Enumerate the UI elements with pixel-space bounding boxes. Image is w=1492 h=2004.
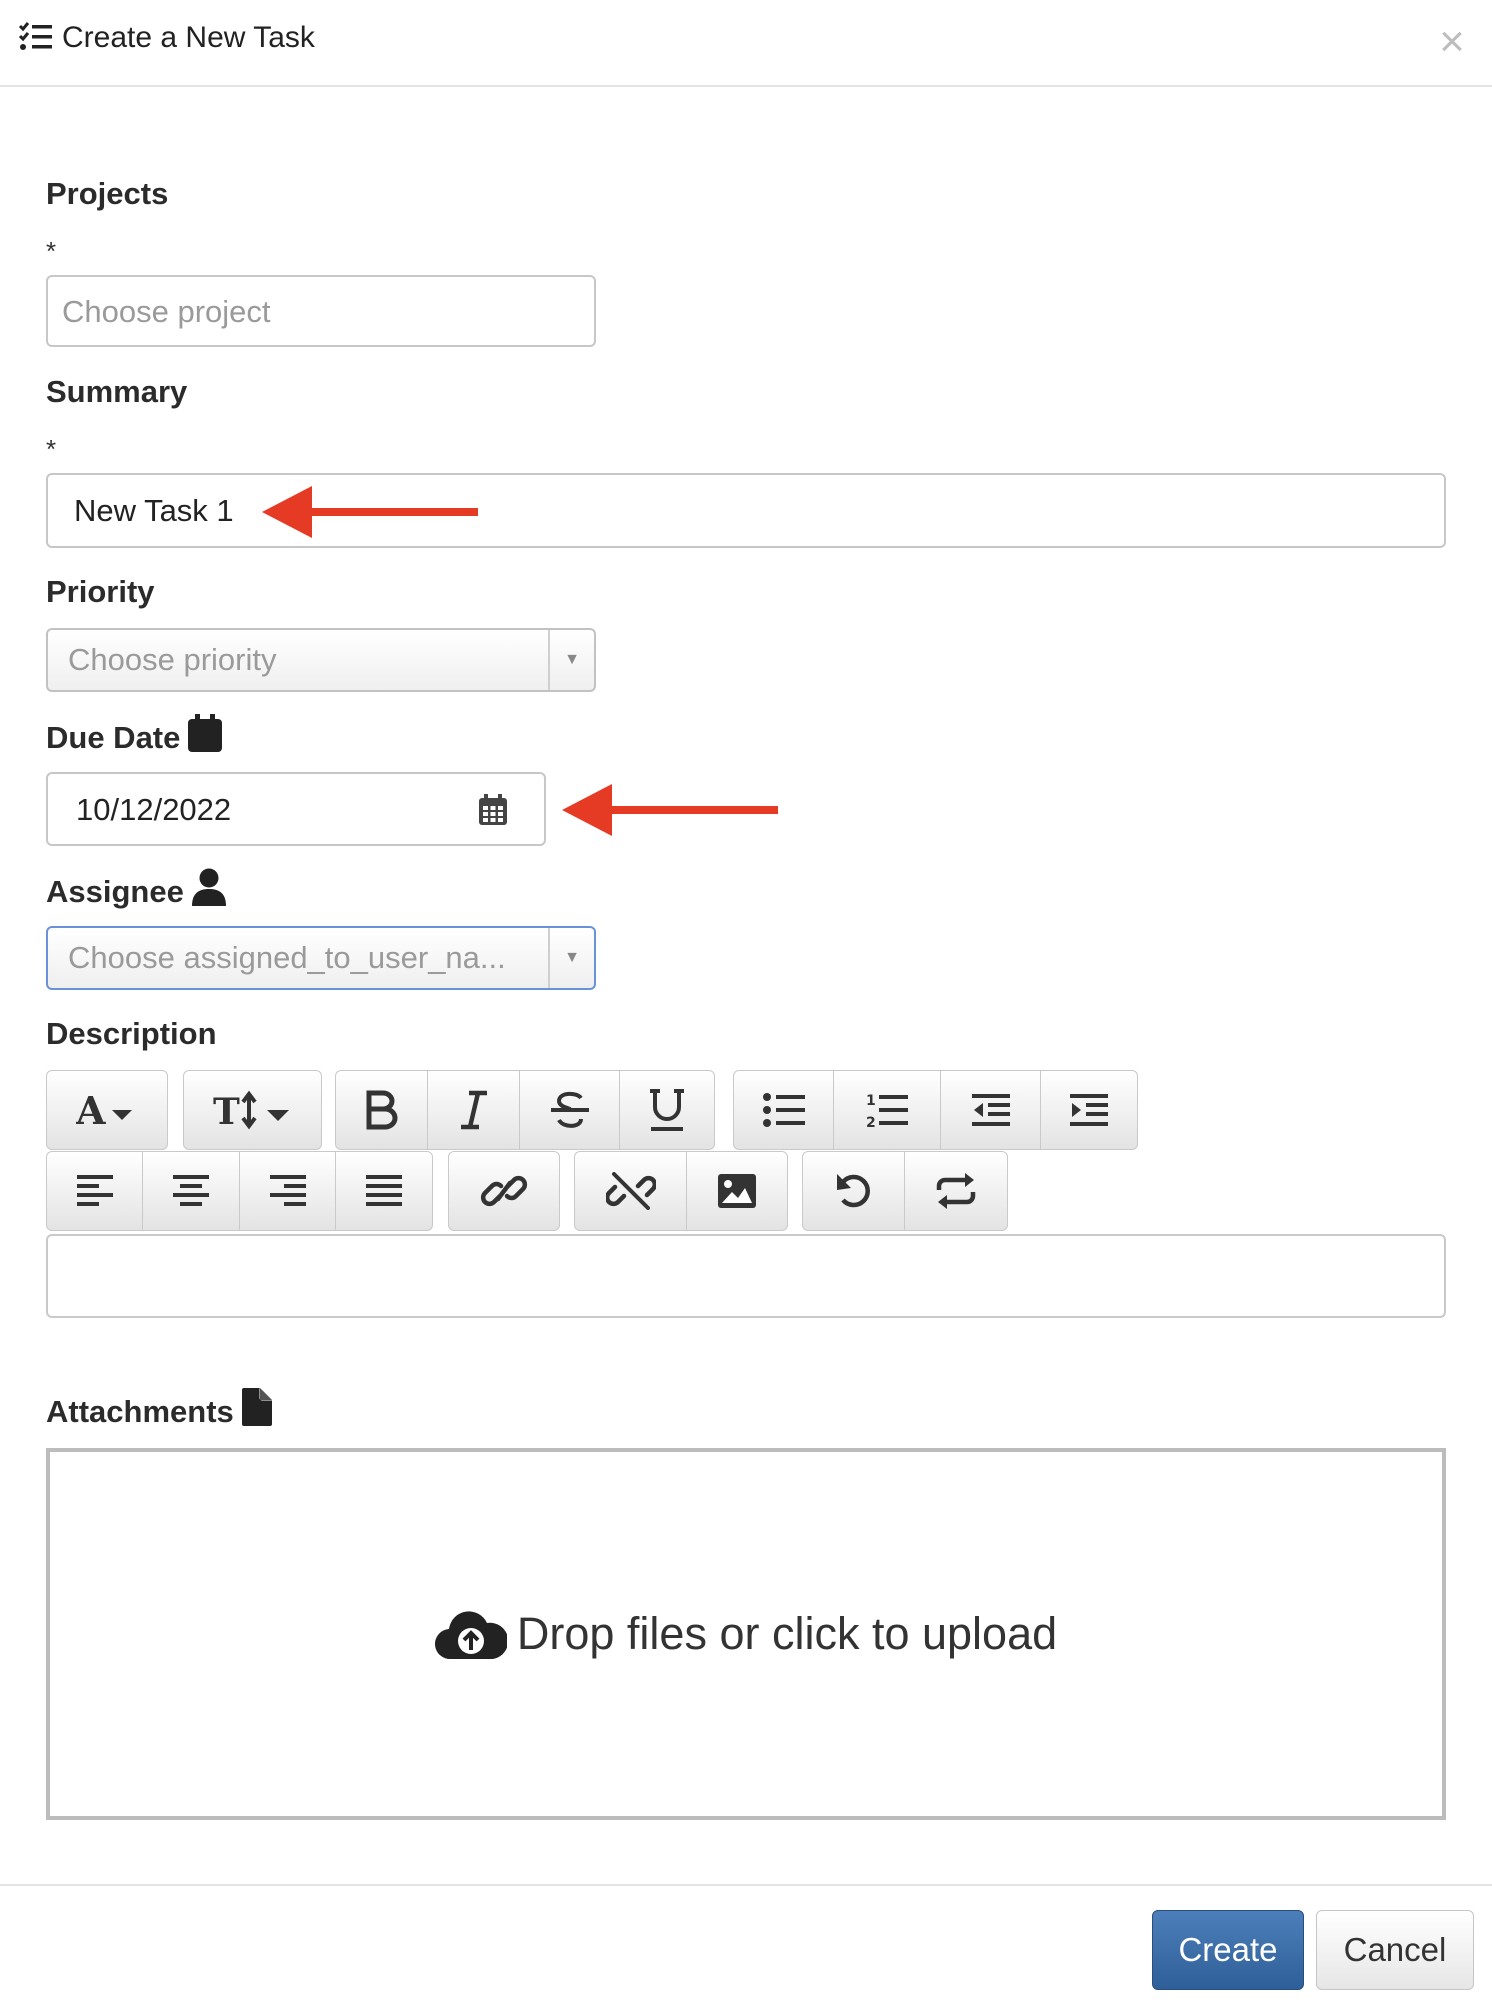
due-date-label-text: Due Date bbox=[46, 720, 181, 755]
due-date-value: 10/12/2022 bbox=[76, 791, 232, 827]
image-icon[interactable] bbox=[686, 1151, 788, 1231]
summary-input[interactable]: New Task 1 bbox=[46, 473, 1446, 548]
align-center-icon[interactable] bbox=[142, 1151, 239, 1231]
indent-icon[interactable] bbox=[1040, 1070, 1138, 1150]
create-button[interactable]: Create bbox=[1152, 1910, 1304, 1990]
undo-icon[interactable] bbox=[802, 1151, 904, 1231]
cloud-upload-icon bbox=[434, 1611, 507, 1660]
annotation-arrow-due-date bbox=[562, 784, 778, 836]
link-icon[interactable] bbox=[448, 1151, 560, 1231]
italic-icon[interactable] bbox=[427, 1070, 519, 1150]
assignee-label-text: Assignee bbox=[46, 874, 184, 909]
due-date-label: Due Date bbox=[46, 714, 223, 758]
align-left-icon[interactable] bbox=[46, 1151, 142, 1231]
toolbar-group-media bbox=[574, 1151, 788, 1231]
assignee-label: Assignee bbox=[46, 868, 226, 912]
svg-text:2: 2 bbox=[866, 1115, 876, 1129]
attachments-label: Attachments bbox=[46, 1388, 272, 1432]
create-task-dialog: Create a New Task × Projects * Choose pr… bbox=[0, 0, 1492, 2004]
dialog-footer: Create Cancel bbox=[0, 1884, 1492, 2004]
priority-placeholder: Choose priority bbox=[68, 642, 277, 677]
font-style-icon[interactable]: A bbox=[46, 1070, 168, 1150]
toolbar-group-format bbox=[335, 1070, 715, 1150]
strikethrough-icon[interactable] bbox=[519, 1070, 619, 1150]
calendar-icon bbox=[188, 714, 223, 752]
chevron-down-icon[interactable]: ▼ bbox=[548, 928, 594, 988]
projects-label: Projects bbox=[46, 176, 169, 211]
task-list-icon bbox=[18, 22, 52, 50]
file-icon bbox=[241, 1388, 272, 1426]
chevron-down-icon[interactable]: ▼ bbox=[548, 630, 594, 690]
underline-icon[interactable] bbox=[619, 1070, 715, 1150]
user-icon bbox=[191, 868, 226, 906]
priority-label: Priority bbox=[46, 574, 155, 609]
toolbar-group-align bbox=[46, 1151, 433, 1231]
attachments-label-text: Attachments bbox=[46, 1394, 234, 1429]
outdent-icon[interactable] bbox=[940, 1070, 1040, 1150]
summary-value: New Task 1 bbox=[74, 493, 234, 528]
summary-required-mark: * bbox=[46, 434, 57, 464]
project-placeholder: Choose project bbox=[62, 293, 271, 329]
redo-icon[interactable] bbox=[904, 1151, 1008, 1231]
calendar-grid-icon[interactable] bbox=[478, 794, 508, 826]
bold-icon[interactable] bbox=[335, 1070, 427, 1150]
font-size-icon[interactable]: T bbox=[183, 1070, 322, 1150]
align-right-icon[interactable] bbox=[239, 1151, 335, 1231]
description-editor[interactable] bbox=[46, 1234, 1446, 1318]
toolbar-group-link bbox=[448, 1151, 560, 1231]
unlink-icon[interactable] bbox=[574, 1151, 686, 1231]
upload-dropzone[interactable]: Drop files or click to upload bbox=[46, 1448, 1446, 1820]
toolbar-group-size: T bbox=[183, 1070, 322, 1150]
toolbar-group-lists: 12 bbox=[733, 1070, 1138, 1150]
project-input[interactable]: Choose project bbox=[46, 275, 596, 347]
align-justify-icon[interactable] bbox=[335, 1151, 433, 1231]
due-date-input[interactable]: 10/12/2022 bbox=[46, 772, 546, 846]
dialog-title: Create a New Task bbox=[62, 21, 315, 54]
svg-text:T: T bbox=[213, 1091, 240, 1130]
priority-select[interactable]: Choose priority ▼ bbox=[46, 628, 596, 692]
projects-required-mark: * bbox=[46, 236, 57, 266]
dropzone-text: Drop files or click to upload bbox=[516, 1608, 1058, 1659]
numbered-list-icon[interactable]: 12 bbox=[833, 1070, 940, 1150]
toolbar-group-history bbox=[802, 1151, 1008, 1231]
assignee-select[interactable]: Choose assigned_to_user_na... ▼ bbox=[46, 926, 596, 990]
cancel-button[interactable]: Cancel bbox=[1316, 1910, 1474, 1990]
annotation-arrow-summary bbox=[262, 486, 478, 538]
description-label: Description bbox=[46, 1016, 217, 1051]
svg-text:A: A bbox=[76, 1090, 106, 1130]
summary-label: Summary bbox=[46, 374, 188, 409]
bullet-list-icon[interactable] bbox=[733, 1070, 833, 1150]
dialog-header: Create a New Task × bbox=[0, 0, 1492, 87]
close-icon[interactable]: × bbox=[1432, 20, 1472, 64]
assignee-placeholder: Choose assigned_to_user_na... bbox=[68, 940, 506, 975]
svg-text:1: 1 bbox=[866, 1093, 876, 1109]
toolbar-group-style: A bbox=[46, 1070, 168, 1150]
